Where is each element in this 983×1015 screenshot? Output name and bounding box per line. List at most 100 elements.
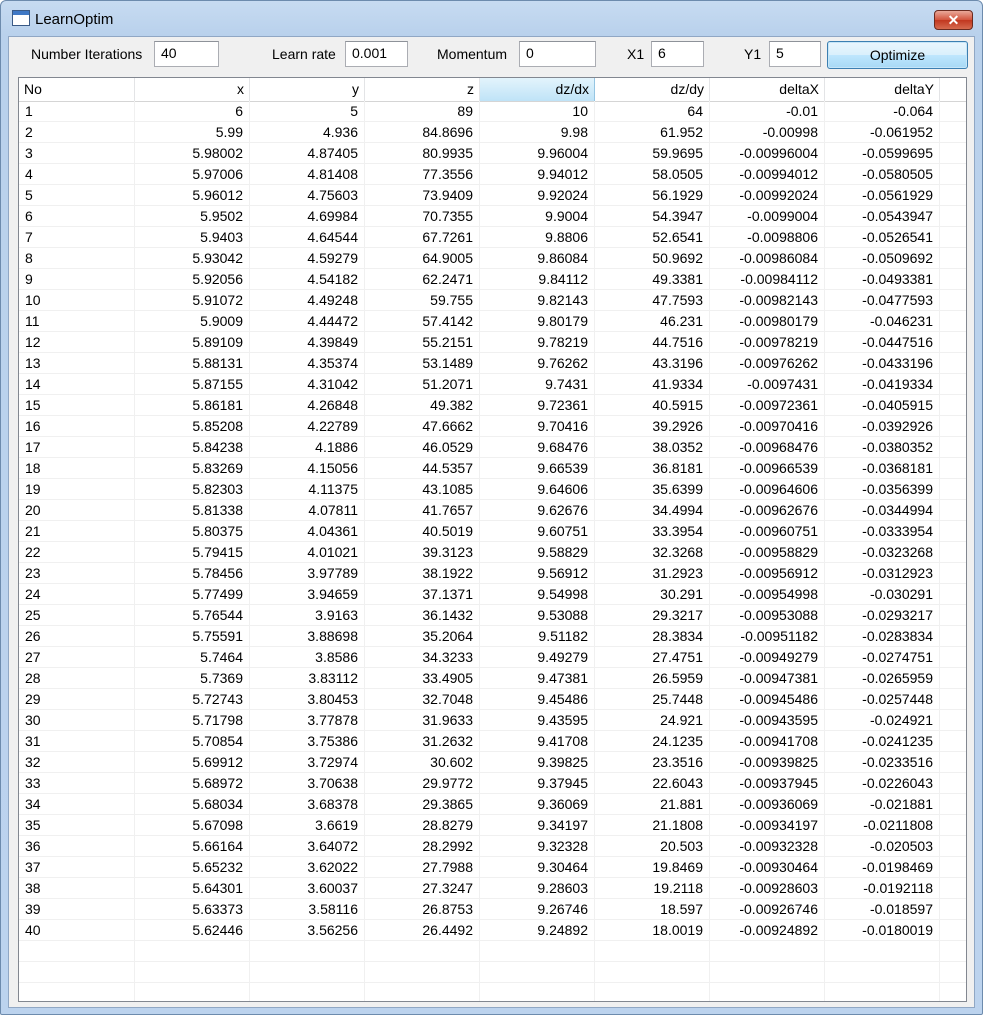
column-header-dz-dx[interactable]: dz/dx — [480, 78, 595, 101]
table-row[interactable]: 18 5.83269 4.15056 44.5357 9.66539 36.8181 -0.… — [19, 458, 966, 479]
table-row[interactable]: 13 5.88131 4.35374 53.1489 9.76262 43.3196 -0.… — [19, 353, 966, 374]
cell-x: 5.79415 — [135, 542, 250, 563]
table-row[interactable]: 38 5.64301 3.60037 27.3247 9.28603 19.2118 -0.… — [19, 878, 966, 899]
cell-deltay: -0.0526541 — [825, 227, 940, 248]
table-row[interactable]: 15 5.86181 4.26848 49.382 9.72361 40.5915 -0.0… — [19, 395, 966, 416]
x1-input[interactable]: 6 — [651, 41, 704, 67]
cell-y: 4.35374 — [250, 353, 365, 374]
table-row[interactable]: 7 5.9403 4.64544 67.7261 9.8806 52.6541 -0.009… — [19, 227, 966, 248]
title-bar[interactable]: LearnOptim ✕ — [1, 1, 982, 39]
table-row[interactable]: 36 5.66164 3.64072 28.2992 9.32328 20.503 -0.0… — [19, 836, 966, 857]
column-header-dz-dy[interactable]: dz/dy — [595, 78, 710, 101]
cell-dz-dx: 9.72361 — [480, 395, 595, 416]
table-row[interactable]: 21 5.80375 4.04361 40.5019 9.60751 33.3954 -0.… — [19, 521, 966, 542]
table-row[interactable]: 31 5.70854 3.75386 31.2632 9.41708 24.1235 -0.… — [19, 731, 966, 752]
cell-deltay: -0.0380352 — [825, 437, 940, 458]
cell-dz-dy: 32.3268 — [595, 542, 710, 563]
cell-deltay: -0.024921 — [825, 710, 940, 731]
empty-row — [19, 983, 966, 1001]
column-header-deltax[interactable]: deltaX — [710, 78, 825, 101]
y1-input[interactable]: 5 — [769, 41, 821, 67]
cell-dz-dy: 52.6541 — [595, 227, 710, 248]
table-row[interactable]: 17 5.84238 4.1886 46.0529 9.68476 38.0352 -0.0… — [19, 437, 966, 458]
table-row[interactable]: 24 5.77499 3.94659 37.1371 9.54998 30.291 -0.0… — [19, 584, 966, 605]
cell-y: 3.62022 — [250, 857, 365, 878]
cell-y: 5 — [250, 101, 365, 122]
table-row[interactable]: 30 5.71798 3.77878 31.9633 9.43595 24.921 -0.0… — [19, 710, 966, 731]
cell-z: 28.2992 — [365, 836, 480, 857]
cell-dz-dy: 36.8181 — [595, 458, 710, 479]
table-row[interactable]: 6 5.9502 4.69984 70.7355 9.9004 54.3947 -0.009… — [19, 206, 966, 227]
table-row[interactable]: 8 5.93042 4.59279 64.9005 9.86084 50.9692 -0.0… — [19, 248, 966, 269]
table-row[interactable]: 2 5.99 4.936 84.8696 9.98 61.952 -0.00998 -0.06… — [19, 122, 966, 143]
table-row[interactable]: 10 5.91072 4.49248 59.755 9.82143 47.7593 -0.0… — [19, 290, 966, 311]
optimize-button[interactable]: Optimize — [827, 41, 968, 69]
cell-z: 46.0529 — [365, 437, 480, 458]
column-header-deltay[interactable]: deltaY — [825, 78, 940, 101]
table-row[interactable]: 3 5.98002 4.87405 80.9935 9.96004 59.9695 -0.0… — [19, 143, 966, 164]
cell-y: 4.75603 — [250, 185, 365, 206]
cell-filler — [940, 647, 966, 668]
cell-y — [250, 983, 365, 1001]
table-row[interactable]: 39 5.63373 3.58116 26.8753 9.26746 18.597 -0.0… — [19, 899, 966, 920]
table-row[interactable]: 27 5.7464 3.8586 34.3233 9.49279 27.4751 -0.00… — [19, 647, 966, 668]
cell-y: 4.04361 — [250, 521, 365, 542]
table-row[interactable]: 16 5.85208 4.22789 47.6662 9.70416 39.2926 -0.… — [19, 416, 966, 437]
cell-deltax — [710, 983, 825, 1001]
table-row[interactable]: 4 5.97006 4.81408 77.3556 9.94012 58.0505 -0.0… — [19, 164, 966, 185]
cell-dz-dx: 9.92024 — [480, 185, 595, 206]
table-row[interactable]: 32 5.69912 3.72974 30.602 9.39825 23.3516 -0.0… — [19, 752, 966, 773]
table-row[interactable]: 26 5.75591 3.88698 35.2064 9.51182 28.3834 -0.… — [19, 626, 966, 647]
cell-dz-dy: 61.952 — [595, 122, 710, 143]
table-row[interactable]: 5 5.96012 4.75603 73.9409 9.92024 56.1929 -0.0… — [19, 185, 966, 206]
cell-y: 3.70638 — [250, 773, 365, 794]
cell-no: 32 — [19, 752, 135, 773]
table-row[interactable]: 33 5.68972 3.70638 29.9772 9.37945 22.6043 -0.… — [19, 773, 966, 794]
cell-z: 26.8753 — [365, 899, 480, 920]
table-row[interactable]: 29 5.72743 3.80453 32.7048 9.45486 25.7448 -0.… — [19, 689, 966, 710]
table-row[interactable]: 23 5.78456 3.97789 38.1922 9.56912 31.2923 -0.… — [19, 563, 966, 584]
results-grid[interactable]: No x y z dz/dx dz/dy deltaX deltaY 1 6 5 89 10 64 -0.… — [18, 77, 967, 1002]
column-header-z[interactable]: z — [365, 78, 480, 101]
cell-z: 36.1432 — [365, 605, 480, 626]
iterations-input[interactable]: 40 — [154, 41, 219, 67]
cell-dz-dy: 24.1235 — [595, 731, 710, 752]
table-row[interactable]: 9 5.92056 4.54182 62.2471 9.84112 49.3381 -0.0… — [19, 269, 966, 290]
cell-deltax: -0.0098806 — [710, 227, 825, 248]
cell-filler — [940, 563, 966, 584]
table-row[interactable]: 35 5.67098 3.6619 28.8279 9.34197 21.1808 -0.0… — [19, 815, 966, 836]
table-row[interactable]: 1 6 5 89 10 64 -0.01 -0.064 — [19, 101, 966, 122]
column-header-no[interactable]: No — [19, 78, 135, 101]
cell-deltax: -0.00949279 — [710, 647, 825, 668]
cell-y: 4.64544 — [250, 227, 365, 248]
table-row[interactable]: 14 5.87155 4.31042 51.2071 9.7431 41.9334 -0.0… — [19, 374, 966, 395]
learn-rate-input[interactable]: 0.001 — [345, 41, 408, 67]
cell-deltax — [710, 941, 825, 962]
table-row[interactable]: 19 5.82303 4.11375 43.1085 9.64606 35.6399 -0.… — [19, 479, 966, 500]
cell-filler — [940, 143, 966, 164]
cell-y: 4.22789 — [250, 416, 365, 437]
column-header-x[interactable]: x — [135, 78, 250, 101]
momentum-input[interactable]: 0 — [519, 41, 596, 67]
table-row[interactable]: 40 5.62446 3.56256 26.4492 9.24892 18.0019 -0.… — [19, 920, 966, 941]
table-row[interactable]: 11 5.9009 4.44472 57.4142 9.80179 46.231 -0.00… — [19, 311, 966, 332]
table-row[interactable]: 37 5.65232 3.62022 27.7988 9.30464 19.8469 -0.… — [19, 857, 966, 878]
cell-dz-dx: 9.68476 — [480, 437, 595, 458]
table-row[interactable]: 34 5.68034 3.68378 29.3865 9.36069 21.881 -0.0… — [19, 794, 966, 815]
table-row[interactable]: 20 5.81338 4.07811 41.7657 9.62676 34.4994 -0.… — [19, 500, 966, 521]
cell-filler — [940, 227, 966, 248]
cell-no: 22 — [19, 542, 135, 563]
cell-no: 29 — [19, 689, 135, 710]
cell-dz-dx — [480, 962, 595, 983]
table-row[interactable]: 28 5.7369 3.83112 33.4905 9.47381 26.5959 -0.0… — [19, 668, 966, 689]
table-row[interactable]: 25 5.76544 3.9163 36.1432 9.53088 29.3217 -0.0… — [19, 605, 966, 626]
cell-y: 3.75386 — [250, 731, 365, 752]
table-row[interactable]: 12 5.89109 4.39849 55.2151 9.78219 44.7516 -0.… — [19, 332, 966, 353]
table-row[interactable]: 22 5.79415 4.01021 39.3123 9.58829 32.3268 -0.… — [19, 542, 966, 563]
cell-z: 29.9772 — [365, 773, 480, 794]
cell-dz-dy: 27.4751 — [595, 647, 710, 668]
cell-z: 30.602 — [365, 752, 480, 773]
column-header-y[interactable]: y — [250, 78, 365, 101]
cell-deltay: -0.0509692 — [825, 248, 940, 269]
close-button[interactable]: ✕ — [934, 10, 973, 30]
